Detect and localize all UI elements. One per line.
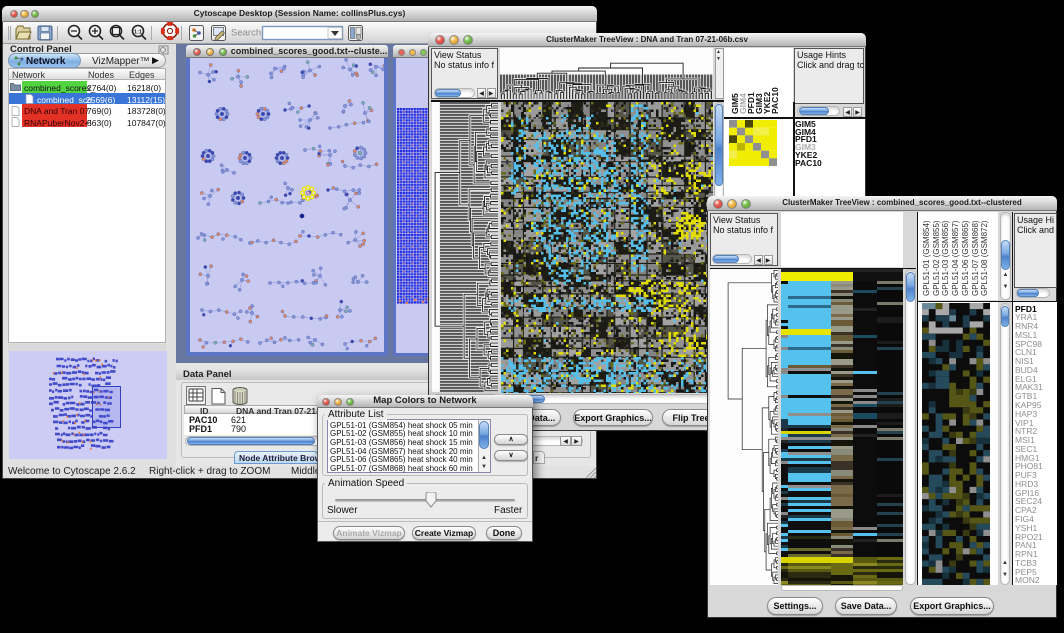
svg-text:Search:: Search: [231,28,264,39]
svg-text:1:1: 1:1 [134,30,142,36]
